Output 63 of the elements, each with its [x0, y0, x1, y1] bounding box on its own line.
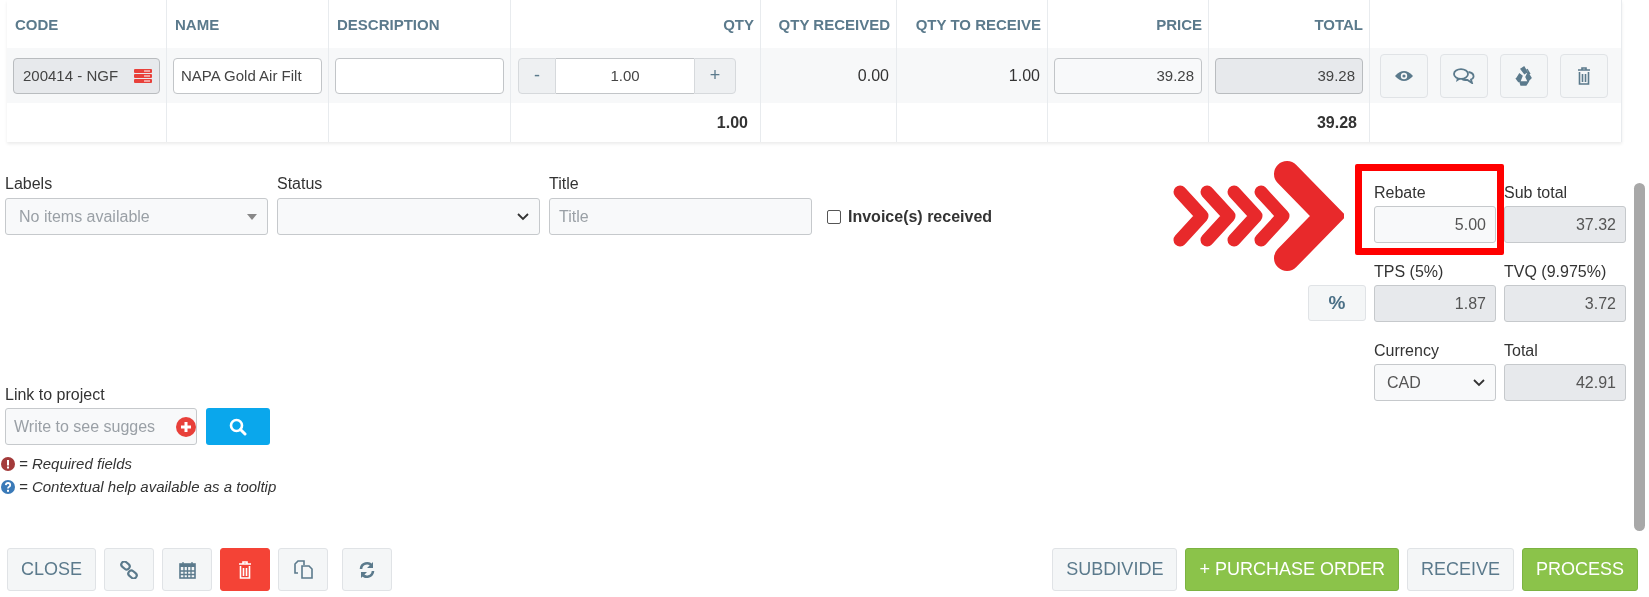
- delete-button[interactable]: [220, 548, 271, 591]
- subtotal-field[interactable]: 37.32: [1504, 206, 1626, 243]
- field-label: Status: [277, 174, 324, 194]
- field-label: Sub total: [1504, 183, 1569, 203]
- chain-icon: [120, 560, 139, 579]
- refresh-icon: [358, 560, 377, 579]
- chevron-down-icon: [1473, 378, 1485, 387]
- caret-icon: [247, 213, 257, 220]
- chat-icon: [1453, 67, 1475, 84]
- name-field[interactable]: NAPA Gold Air Filt: [173, 57, 322, 94]
- code-field[interactable]: 200414 - NGF: [13, 57, 160, 94]
- field-label: Total: [1504, 341, 1539, 361]
- decrement-button[interactable]: -: [518, 57, 556, 94]
- description-field[interactable]: [335, 57, 504, 94]
- question-icon: [1, 479, 15, 494]
- checkbox-label: Invoice(s) received: [848, 207, 993, 226]
- action-button[interactable]: RECEIVE: [1406, 548, 1514, 591]
- field-label: TPS (5%): [1374, 262, 1445, 282]
- close-button[interactable]: CLOSE: [7, 548, 97, 591]
- field-label: TVQ (9.975%): [1504, 262, 1608, 282]
- comments-button[interactable]: [1440, 53, 1488, 98]
- title-field[interactable]: Title: [549, 198, 812, 235]
- scrollbar[interactable]: [1634, 183, 1645, 531]
- amount-total: 39.28: [1316, 113, 1357, 132]
- copy-icon: [293, 560, 313, 579]
- exclamation-icon: [1, 456, 15, 471]
- quantity-field[interactable]: 1.00: [556, 57, 694, 94]
- percent-button[interactable]: %: [1308, 285, 1366, 321]
- increment-button[interactable]: +: [694, 57, 736, 94]
- field-label: Title: [549, 174, 580, 194]
- search-icon: [229, 417, 247, 436]
- tvq-field[interactable]: 3.72: [1504, 285, 1626, 322]
- field-label: Currency: [1374, 341, 1440, 361]
- refresh-button[interactable]: [342, 548, 393, 591]
- trash-icon: [238, 560, 253, 579]
- calendar-button[interactable]: [162, 548, 213, 591]
- field-label: Labels: [5, 174, 54, 194]
- stack-icon: [134, 68, 152, 83]
- price-field[interactable]: 39.28: [1054, 57, 1202, 94]
- link-button[interactable]: [104, 548, 155, 591]
- table-cell: 0.00: [857, 66, 889, 85]
- view-button[interactable]: [1380, 53, 1428, 98]
- recycle-button[interactable]: [1500, 53, 1548, 98]
- legend-text: = Required fields: [19, 455, 132, 472]
- field-label: Link to project: [5, 385, 106, 405]
- calendar-icon: [178, 560, 196, 579]
- plus-icon: [176, 417, 196, 437]
- grand-total-field[interactable]: 42.91: [1504, 364, 1626, 401]
- action-button[interactable]: SUBDIVIDE: [1052, 548, 1178, 591]
- currency-dropdown[interactable]: CAD: [1374, 364, 1496, 401]
- total-field[interactable]: 39.28: [1215, 57, 1363, 94]
- search-button[interactable]: [206, 408, 270, 445]
- copy-button[interactable]: [278, 548, 329, 591]
- eye-icon: [1394, 69, 1414, 82]
- quantity-total: 1.00: [716, 113, 748, 132]
- rebate-field[interactable]: 5.00: [1374, 206, 1496, 243]
- table-cell: 1.00: [1008, 66, 1040, 85]
- checkbox[interactable]: [827, 209, 841, 224]
- trash-icon: [1577, 66, 1591, 85]
- legend-text: = Contextual help available as a tooltip: [19, 478, 277, 495]
- tps-field[interactable]: 1.87: [1374, 285, 1496, 322]
- chevron-down-icon: [517, 212, 529, 221]
- field-label: Rebate: [1374, 183, 1427, 203]
